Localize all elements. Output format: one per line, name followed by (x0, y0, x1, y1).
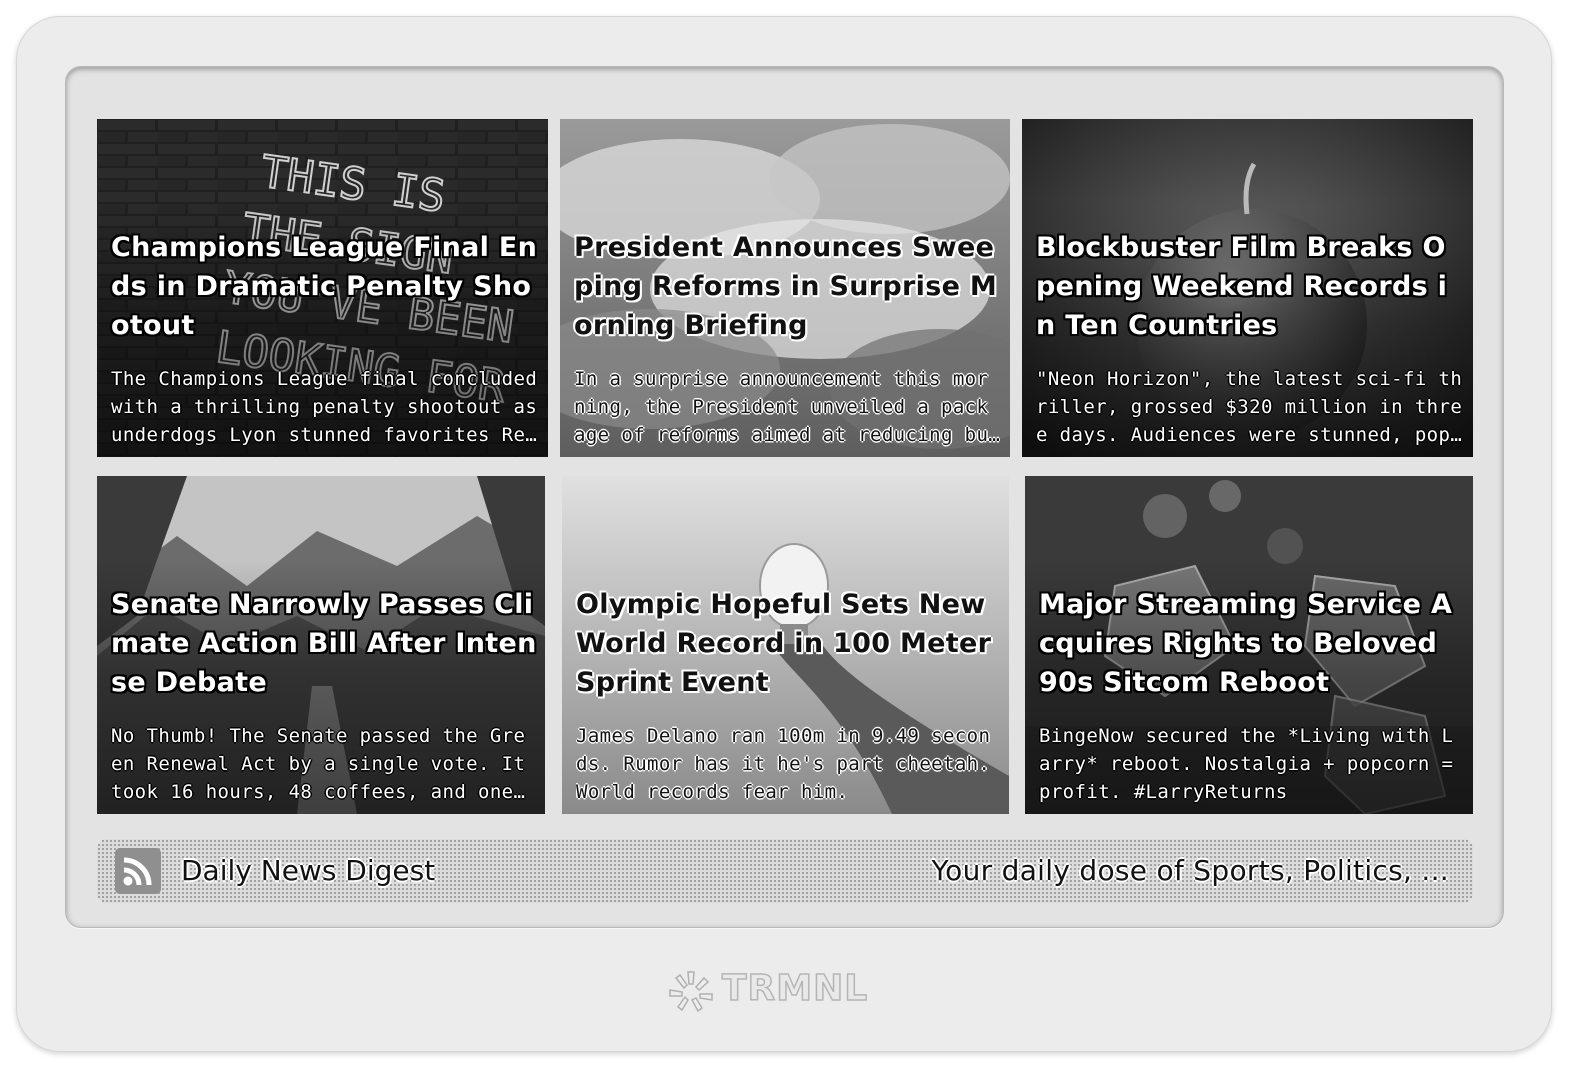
card-headline: President Announces Sweeping Reforms in … (574, 232, 998, 341)
card-headline: Blockbuster Film Breaks Opening Weekend … (1036, 232, 1448, 341)
trmnl-logo-icon (669, 971, 713, 1012)
card-summary: In a surprise announcement this morning,… (574, 368, 989, 446)
news-card[interactable]: Senate Narrowly Passes Climate Action Bi… (97, 476, 545, 814)
news-card[interactable]: Olympic Hopeful Sets New World Record in… (562, 476, 1009, 814)
news-card[interactable]: President Announces Sweeping Reforms in … (560, 119, 1010, 457)
e-ink-screen: THIS IS THE SIGN YOU'VE BEEN LOOKING FOR… (65, 66, 1504, 928)
plugin-title: Daily News Digest (181, 854, 436, 887)
card-headline: Major Streaming Service Acquires Rights … (1039, 589, 1453, 698)
device-brand: TRMNL (668, 967, 908, 1012)
card-headline: Champions League Final Ends in Dramatic … (111, 232, 538, 341)
card-summary: BingeNow secured the *Living with Larry*… (1039, 725, 1454, 803)
news-card[interactable]: Major Streaming Service Acquires Rights … (1025, 476, 1473, 814)
card-summary: No Thumb! The Senate passed the Green Re… (111, 725, 526, 803)
card-summary: The Champions League final concluded wit… (111, 368, 538, 446)
card-summary: James Delano ran 100m in 9.49 seconds. R… (576, 725, 991, 803)
brand-wordmark: TRMNL (721, 967, 869, 1010)
card-summary: "Neon Horizon", the latest sci-fi thrill… (1036, 368, 1463, 446)
rss-icon (115, 848, 161, 894)
card-headline: Senate Narrowly Passes Climate Action Bi… (111, 589, 537, 698)
title-bar: Daily News Digest Your daily dose of Spo… (97, 839, 1473, 903)
news-card[interactable]: THIS IS THE SIGN YOU'VE BEEN LOOKING FOR… (97, 119, 548, 457)
device-frame: THIS IS THE SIGN YOU'VE BEEN LOOKING FOR… (16, 16, 1552, 1052)
card-headline: Olympic Hopeful Sets New World Record in… (576, 589, 992, 698)
news-card[interactable]: Blockbuster Film Breaks Opening Weekend … (1022, 119, 1473, 457)
plugin-instance-label: Your daily dose of Sports, Politics, ... (931, 854, 1449, 887)
